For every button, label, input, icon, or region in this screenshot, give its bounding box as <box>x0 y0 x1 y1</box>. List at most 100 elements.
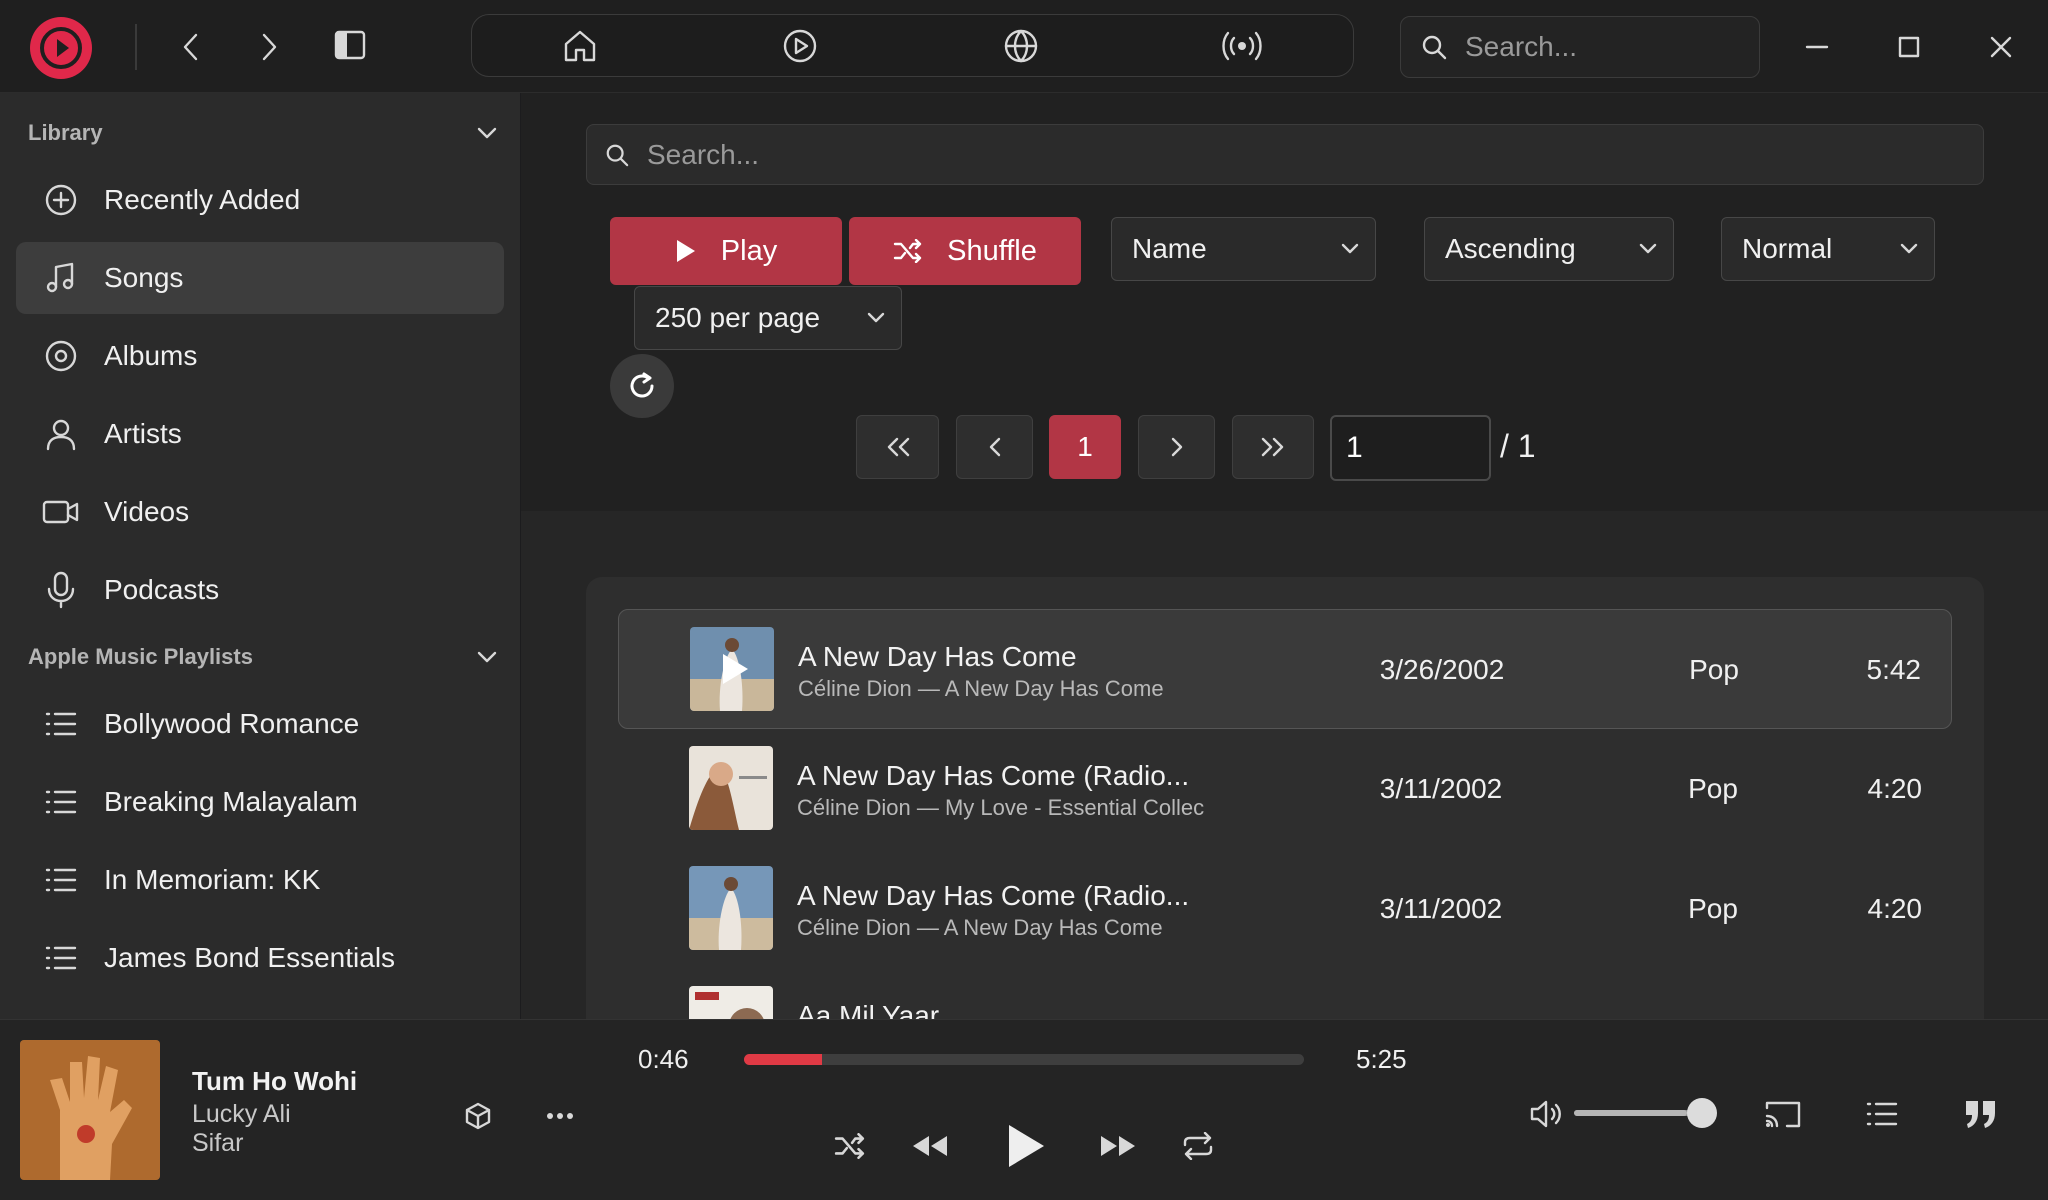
double-chevron-right-icon <box>1261 437 1284 457</box>
song-search-input[interactable]: Search... <box>586 124 1984 185</box>
sidebar-toggle-icon[interactable] <box>329 24 371 66</box>
song-duration: 4:20 <box>1867 893 1923 924</box>
song-genre: Pop <box>1689 654 1739 685</box>
sidebar-item-label: Videos <box>104 496 190 527</box>
play-button[interactable]: Play <box>610 217 842 285</box>
shuffle-icon[interactable] <box>828 1124 872 1168</box>
cube-icon[interactable] <box>458 1096 498 1136</box>
play-icon <box>676 240 695 262</box>
more-options-icon[interactable] <box>540 1096 580 1136</box>
volume-icon[interactable] <box>1524 1092 1568 1136</box>
page-number-input[interactable]: 1 <box>1330 415 1491 481</box>
global-search-input[interactable]: Search... <box>1400 16 1760 78</box>
repeat-icon[interactable] <box>1176 1124 1220 1168</box>
queue-list-icon[interactable] <box>1858 1090 1906 1138</box>
song-release-date: 3/11/2002 <box>1379 773 1503 804</box>
maximize-icon[interactable] <box>1888 26 1930 68</box>
double-chevron-left-icon <box>887 437 909 457</box>
library-section-header[interactable]: Library <box>28 113 498 153</box>
song-genre: Pop <box>1688 893 1738 924</box>
back-arrow-icon[interactable] <box>170 26 212 68</box>
now-playing-artist[interactable]: Lucky Ali <box>192 1100 291 1129</box>
play-overlay-icon[interactable] <box>720 652 750 686</box>
song-row[interactable]: A New Day Has Come (Radio... Céline Dion… <box>618 729 1952 849</box>
song-row[interactable]: A New Day Has Come Céline Dion — A New D… <box>618 609 1952 729</box>
shuffle-button[interactable]: Shuffle <box>849 217 1081 285</box>
song-row[interactable]: Aa Mil Yaar <box>618 969 1952 1019</box>
play-circle-icon[interactable] <box>777 23 823 69</box>
list-icon <box>38 710 84 738</box>
song-duration: 4:20 <box>1867 773 1923 804</box>
current-page-number: 1 <box>1077 431 1093 462</box>
shuffle-button-label: Shuffle <box>947 234 1037 267</box>
next-page-button[interactable] <box>1138 415 1215 479</box>
video-camera-icon <box>38 497 84 527</box>
forward-arrow-icon[interactable] <box>248 26 290 68</box>
sidebar-item-songs[interactable]: Songs <box>16 242 504 314</box>
apple-playlists-section-header[interactable]: Apple Music Playlists <box>28 637 498 677</box>
globe-icon[interactable] <box>998 23 1044 69</box>
sidebar-item-label: In Memoriam: KK <box>104 864 321 895</box>
sidebar-item-label: Albums <box>104 340 198 371</box>
song-search-placeholder: Search... <box>647 138 760 170</box>
album-art <box>689 866 773 950</box>
song-row[interactable]: A New Day Has Come (Radio... Céline Dion… <box>618 849 1952 969</box>
sidebar-item-playlist[interactable]: Breaking Malayalam <box>16 766 504 838</box>
play-pause-button[interactable] <box>998 1116 1054 1176</box>
sidebar-item-label: Recently Added <box>104 184 301 215</box>
song-list-area: A New Day Has Come Céline Dion — A New D… <box>521 511 2048 1019</box>
per-page-select[interactable]: 250 per page <box>634 286 902 350</box>
list-icon <box>38 866 84 894</box>
chevron-down-icon <box>1900 243 1918 254</box>
page-button-current[interactable]: 1 <box>1049 415 1121 479</box>
song-artist-album: Céline Dion — My Love - Essential Collec <box>797 795 1205 820</box>
volume-slider-handle[interactable] <box>1687 1098 1717 1128</box>
previous-page-button[interactable] <box>956 415 1033 479</box>
per-page-value: 250 per page <box>655 302 821 333</box>
cast-icon[interactable] <box>1759 1090 1807 1138</box>
sidebar-item-recently-added[interactable]: Recently Added <box>16 164 504 236</box>
next-track-icon[interactable] <box>1094 1124 1142 1168</box>
last-page-button[interactable] <box>1232 415 1314 479</box>
refresh-button[interactable] <box>610 354 674 418</box>
now-playing-album-art[interactable] <box>20 1040 160 1180</box>
chevron-down-icon <box>477 651 497 663</box>
progress-fill <box>744 1054 823 1065</box>
song-artist-album: Céline Dion — A New Day Has Come <box>797 915 1163 940</box>
library-section-title: Library <box>28 120 103 145</box>
sidebar-item-playlist[interactable]: Bollywood Romance <box>16 688 504 760</box>
home-icon[interactable] <box>557 23 603 69</box>
now-playing-title[interactable]: Tum Ho Wohi <box>192 1066 357 1097</box>
close-icon[interactable] <box>1980 26 2022 68</box>
sidebar-item-label: Artists <box>104 418 182 449</box>
chevron-left-icon <box>989 437 1000 457</box>
title-bar-divider <box>135 24 137 70</box>
lyrics-quote-icon[interactable] <box>1957 1090 2005 1138</box>
sidebar-item-artists[interactable]: Artists <box>16 398 504 470</box>
sidebar-item-albums[interactable]: Albums <box>16 320 504 392</box>
elapsed-time: 0:46 <box>638 1044 689 1074</box>
sidebar-item-videos[interactable]: Videos <box>16 476 504 548</box>
sidebar-item-playlist[interactable]: In Memoriam: KK <box>16 844 504 916</box>
minimize-icon[interactable] <box>1796 26 1838 68</box>
song-release-date: 3/26/2002 <box>1379 654 1505 685</box>
sidebar-item-podcasts[interactable]: Podcasts <box>16 554 504 626</box>
main-nav-bar <box>471 14 1354 77</box>
volume-slider[interactable] <box>1574 1110 1702 1116</box>
sort-field-select[interactable]: Name <box>1111 217 1376 281</box>
total-time: 5:25 <box>1356 1044 1407 1074</box>
now-playing-album[interactable]: Sifar <box>192 1129 243 1158</box>
apple-playlists-section-title: Apple Music Playlists <box>28 644 253 669</box>
title-bar: Search... <box>0 0 2048 93</box>
first-page-button[interactable] <box>856 415 939 479</box>
microphone-icon <box>38 571 84 609</box>
chevron-down-icon <box>477 127 497 139</box>
sidebar-item-label: Bollywood Romance <box>104 708 360 739</box>
view-mode-select[interactable]: Normal <box>1721 217 1935 281</box>
previous-track-icon[interactable] <box>906 1124 954 1168</box>
radio-broadcast-icon[interactable] <box>1219 23 1265 69</box>
progress-bar[interactable] <box>744 1054 1304 1065</box>
volume-fill <box>1574 1110 1687 1116</box>
sort-order-select[interactable]: Ascending <box>1424 217 1674 281</box>
sidebar-item-playlist[interactable]: James Bond Essentials <box>16 922 504 994</box>
